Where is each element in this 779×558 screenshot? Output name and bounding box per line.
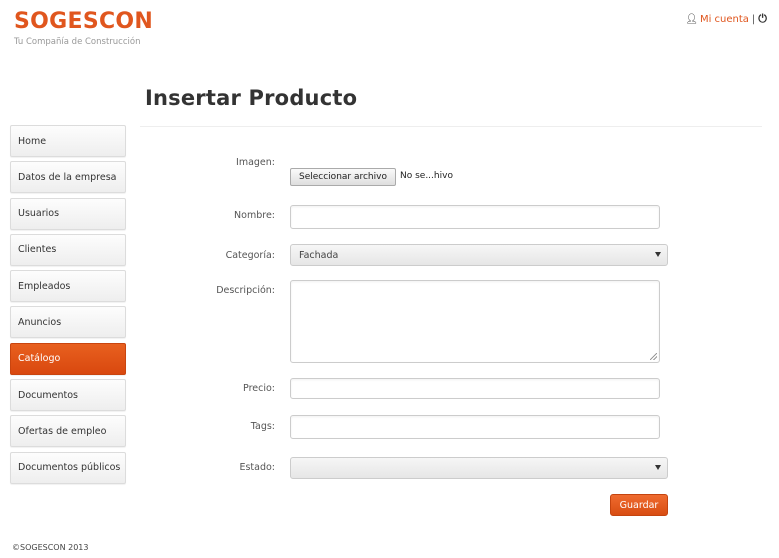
page-title: Insertar Producto bbox=[145, 86, 358, 110]
sidebar-item-home[interactable]: Home bbox=[10, 125, 126, 157]
file-status-text: No se...hivo bbox=[400, 171, 453, 181]
category-select[interactable]: Fachada bbox=[290, 244, 668, 266]
resize-grip-icon[interactable] bbox=[650, 353, 657, 360]
price-input[interactable] bbox=[290, 378, 660, 399]
description-textarea[interactable] bbox=[290, 280, 660, 363]
sidebar-item-public-documents[interactable]: Documentos públicos bbox=[10, 451, 126, 484]
description-label: Descripción: bbox=[216, 285, 275, 296]
image-label: Imagen: bbox=[236, 157, 275, 168]
separator: | bbox=[751, 13, 756, 25]
sidebar-item-clients[interactable]: Clientes bbox=[10, 233, 126, 266]
user-icon: 👤︎ bbox=[685, 13, 698, 25]
footer-copyright: ©SOGESCON 2013 bbox=[12, 543, 89, 552]
chevron-down-icon bbox=[655, 252, 661, 257]
brand-name: SOGESCON bbox=[14, 9, 154, 34]
category-selected-value: Fachada bbox=[299, 249, 339, 261]
sidebar-item-users[interactable]: Usuarios bbox=[10, 197, 126, 230]
chevron-down-icon bbox=[655, 465, 661, 470]
price-label: Precio: bbox=[243, 383, 275, 394]
power-icon[interactable]: ⏻ bbox=[758, 12, 767, 26]
name-input[interactable] bbox=[290, 205, 660, 229]
brand-tagline: Tu Compañía de Construcción bbox=[14, 37, 141, 47]
status-select[interactable] bbox=[290, 457, 668, 479]
sidebar-nav: Home Datos de la empresa Usuarios Client… bbox=[10, 125, 126, 488]
sidebar-item-catalog[interactable]: Catálogo bbox=[10, 342, 126, 375]
my-account-link[interactable]: Mi cuenta bbox=[700, 14, 749, 25]
sidebar-item-documents[interactable]: Documentos bbox=[10, 379, 126, 412]
sidebar-item-ads[interactable]: Anuncios bbox=[10, 306, 126, 339]
choose-file-button[interactable]: Seleccionar archivo bbox=[290, 168, 396, 186]
save-button[interactable]: Guardar bbox=[610, 494, 668, 516]
category-label: Categoría: bbox=[225, 250, 275, 261]
status-label: Estado: bbox=[239, 462, 275, 473]
name-label: Nombre: bbox=[234, 210, 275, 221]
brand-logo[interactable]: SOGESCON Tu Compañía de Construcción bbox=[14, 9, 153, 47]
tags-input[interactable] bbox=[290, 415, 660, 439]
tags-label: Tags: bbox=[250, 421, 275, 432]
account-menu: 👤︎ Mi cuenta | ⏻ bbox=[685, 12, 767, 26]
sidebar-item-job-offers[interactable]: Ofertas de empleo bbox=[10, 415, 126, 448]
sidebar-item-company-data[interactable]: Datos de la empresa bbox=[10, 161, 126, 194]
sidebar-item-employees[interactable]: Empleados bbox=[10, 270, 126, 303]
